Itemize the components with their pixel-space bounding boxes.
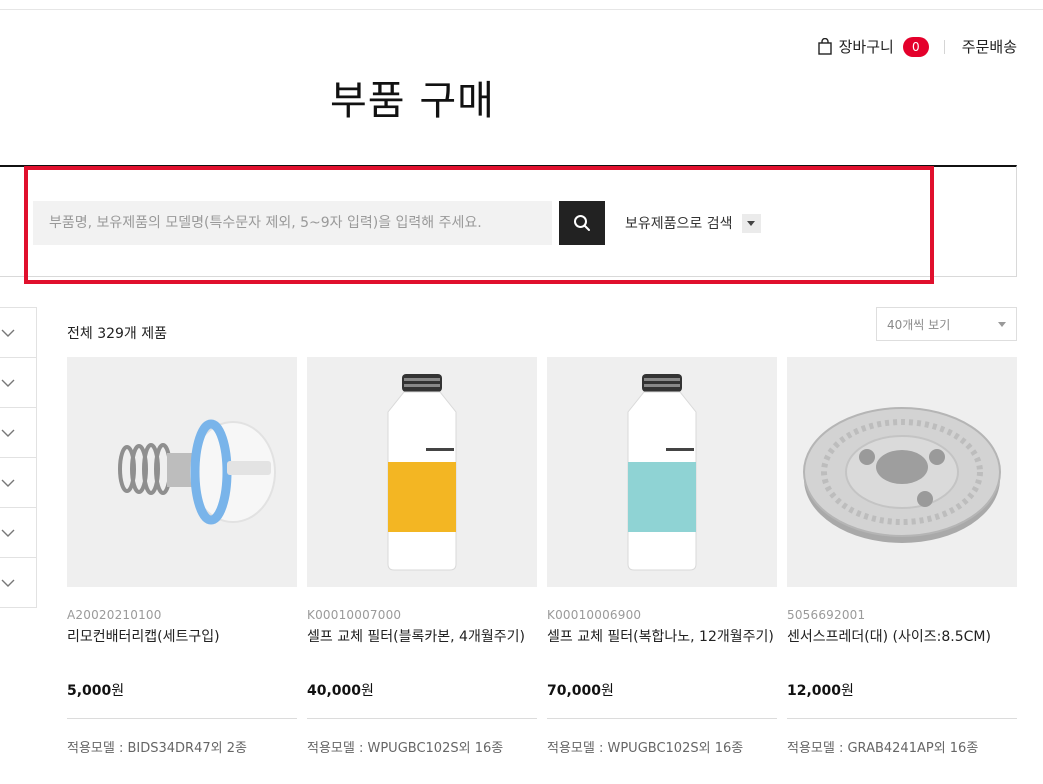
filter-toggle-5[interactable] [0, 507, 37, 558]
filter-cartridge-image [627, 374, 697, 571]
header-utility: 장바구니 0 주문배송 [817, 36, 1017, 57]
product-image[interactable] [547, 357, 777, 587]
search-button[interactable] [559, 201, 605, 245]
product-grid: A20020210100 리모컨배터리캡(세트구입) 5,000원 적용모델 :… [67, 357, 1017, 756]
page-title: 부품 구매 [330, 78, 495, 124]
caret-down-icon [998, 322, 1006, 327]
total-count: 전체 329개 제품 [67, 326, 168, 342]
top-divider [0, 9, 1043, 10]
product-card[interactable]: 5056692001 센서스프레더(대) (사이즈:8.5CM) 12,000원… [787, 357, 1017, 756]
caret-down-icon [747, 220, 755, 226]
search-section: 보유제품으로 검색 [0, 165, 1017, 277]
applicable-models: 적용모델 : BIDS34DR47외 2종 [67, 741, 247, 756]
product-name[interactable]: 센서스프레더(대) (사이즈:8.5CM) [787, 628, 1017, 666]
cart-label: 장바구니 [838, 38, 894, 56]
product-image[interactable] [67, 357, 297, 587]
product-name[interactable]: 셀프 교체 필터(블록카본, 4개월주기) [307, 628, 537, 666]
cart-link[interactable]: 장바구니 0 [817, 36, 929, 57]
search-by-owned-product-toggle[interactable]: 보유제품으로 검색 [625, 213, 761, 233]
price-unit: 원 [111, 683, 125, 699]
product-code: 5056692001 [787, 608, 866, 622]
price-value: 40,000 [307, 683, 362, 699]
product-name[interactable]: 셀프 교체 필터(복합나노, 12개월주기) [547, 628, 777, 666]
chevron-down-icon [1, 579, 15, 587]
burner-spreader-image [803, 407, 1001, 543]
product-card[interactable]: K00010006900 셀프 교체 필터(복합나노, 12개월주기) 70,0… [547, 357, 777, 756]
chevron-down-icon [1, 329, 15, 337]
product-card[interactable]: K00010007000 셀프 교체 필터(블록카본, 4개월주기) 40,00… [307, 357, 537, 756]
page-size-value: 40개씩 보기 [887, 317, 951, 332]
search-option-label: 보유제품으로 검색 [625, 216, 733, 232]
filter-toggle-1[interactable] [0, 307, 37, 358]
product-card[interactable]: A20020210100 리모컨배터리캡(세트구입) 5,000원 적용모델 :… [67, 357, 297, 756]
product-name[interactable]: 리모컨배터리캡(세트구입) [67, 628, 297, 666]
shopping-bag-icon [817, 38, 832, 55]
filter-toggle-6[interactable] [0, 557, 37, 608]
price-unit: 원 [601, 683, 614, 699]
price-value: 5,000 [67, 683, 112, 699]
price-unit: 원 [841, 683, 854, 699]
chevron-down-icon [1, 529, 15, 537]
chevron-down-icon [1, 429, 15, 437]
product-price: 40,000원 [307, 680, 537, 700]
card-divider [787, 718, 1017, 719]
search-input[interactable] [33, 201, 552, 245]
product-image[interactable] [307, 357, 537, 587]
cart-count-badge: 0 [902, 36, 929, 57]
utility-divider [943, 39, 945, 54]
applicable-models: 적용모델 : WPUGBC102S외 16종 [307, 741, 504, 756]
filter-toggle-4[interactable] [0, 457, 37, 508]
product-code: A20020210100 [67, 608, 162, 622]
page-size-select[interactable]: 40개씩 보기 [876, 307, 1017, 341]
card-divider [547, 718, 777, 719]
card-divider [67, 718, 297, 719]
filter-toggle-2[interactable] [0, 357, 37, 408]
product-code: K00010007000 [307, 608, 402, 622]
price-value: 12,000 [787, 683, 842, 699]
applicable-models: 적용모델 : WPUGBC102S외 16종 [547, 741, 744, 756]
product-price: 5,000원 [67, 680, 297, 700]
search-icon [574, 215, 590, 231]
search-option-dropdown[interactable] [741, 213, 761, 233]
page: 장바구니 0 주문배송 부품 구매 보유제품으로 검색 [0, 0, 1043, 784]
product-image[interactable] [787, 357, 1017, 587]
applicable-models: 적용모델 : GRAB4241AP외 16종 [787, 741, 979, 756]
price-value: 70,000 [547, 683, 602, 699]
orders-link[interactable]: 주문배송 [962, 36, 1017, 57]
product-price: 70,000원 [547, 680, 777, 700]
filter-toggle-3[interactable] [0, 407, 37, 458]
product-code: K00010006900 [547, 608, 642, 622]
filter-cartridge-image [387, 374, 457, 571]
price-unit: 원 [361, 683, 374, 699]
filter-column [0, 307, 37, 608]
chevron-down-icon [1, 379, 15, 387]
card-divider [307, 718, 537, 719]
chevron-down-icon [1, 479, 15, 487]
product-price: 12,000원 [787, 680, 1017, 700]
battery-cap-image [118, 419, 276, 525]
